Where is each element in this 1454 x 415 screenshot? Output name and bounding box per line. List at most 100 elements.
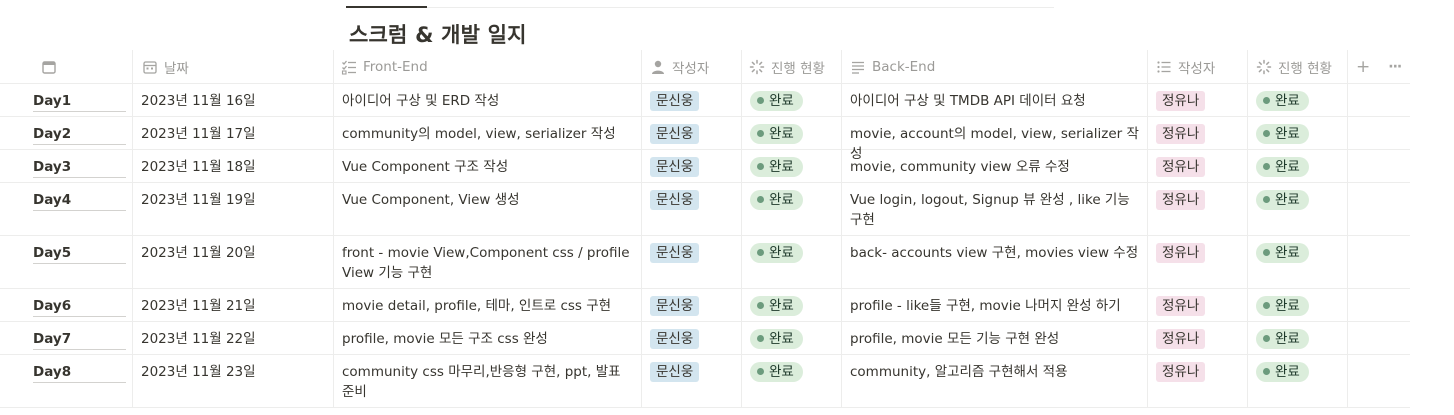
day-title[interactable]: Day8 — [33, 362, 126, 383]
cell-back-author[interactable]: 정유나 — [1147, 150, 1247, 182]
column-header-front-end[interactable]: Front-End — [333, 50, 641, 83]
cell-front-author[interactable]: 문신웅 — [641, 117, 741, 149]
table-row[interactable]: Day5 2023년 11월 20일 front - movie View,Comp… — [0, 236, 1410, 289]
day-title[interactable]: Day3 — [33, 157, 126, 178]
cell-front-end[interactable]: profile, movie 모든 구조 css 완성 — [333, 322, 641, 354]
day-title[interactable]: Day2 — [33, 124, 126, 145]
cell-back-end[interactable]: movie, account의 model, view, serializer … — [841, 117, 1147, 162]
cell-date[interactable]: 2023년 11월 21일 — [132, 289, 333, 321]
table-row[interactable]: Day1 2023년 11월 16일 아이디어 구상 및 ERD 작성 문신웅 완료 아이… — [0, 84, 1410, 117]
column-header-back-end[interactable]: Back-End — [841, 50, 1147, 83]
column-header-label: 작성자 — [672, 60, 710, 77]
cell-front-end[interactable]: movie detail, profile, 테마, 인트로 css 구현 — [333, 289, 641, 321]
cell-front-end[interactable]: 아이디어 구상 및 ERD 작성 — [333, 84, 641, 116]
table-row[interactable]: Day7 2023년 11월 22일 profile, movie 모든 구조 cs… — [0, 322, 1410, 355]
cell-back-author[interactable]: 정유나 — [1147, 84, 1247, 116]
cell-front-author[interactable]: 문신웅 — [641, 289, 741, 321]
cell-back-author[interactable]: 정유나 — [1147, 322, 1247, 354]
table-row[interactable]: Day2 2023년 11월 17일 community의 model, view,… — [0, 117, 1410, 162]
cell-front-end[interactable]: front - movie View,Component css / profi… — [333, 236, 641, 288]
cell-date[interactable]: 2023년 11월 16일 — [132, 84, 333, 116]
cell-back-status[interactable]: 완료 — [1247, 117, 1347, 149]
status-dot-icon — [1263, 130, 1270, 137]
table-row[interactable]: Day8 2023년 11월 23일 community css 마무리,반응형 구… — [0, 355, 1410, 408]
date-text: 2023년 11월 19일 — [141, 192, 256, 208]
table-row[interactable]: Day4 2023년 11월 19일 Vue Component, View 생성 문… — [0, 183, 1410, 236]
cell-date[interactable]: 2023년 11월 20일 — [132, 236, 333, 288]
cell-back-end[interactable]: profile - like들 구현, movie 나머지 완성 하기 — [841, 289, 1147, 321]
day-title[interactable]: Day4 — [33, 190, 126, 211]
cell-front-status[interactable]: 완료 — [741, 236, 841, 288]
column-header-back-author[interactable]: 작성자 — [1147, 50, 1247, 83]
cell-day[interactable]: Day4 — [0, 183, 132, 235]
column-header-front-status[interactable]: 진행 현황 — [741, 50, 841, 83]
table-body: Day1 2023년 11월 16일 아이디어 구상 및 ERD 작성 문신웅 완료 아이… — [0, 84, 1410, 408]
cell-front-end[interactable]: community의 model, view, serializer 작성 — [333, 117, 641, 149]
date-text: 2023년 11월 18일 — [141, 159, 256, 175]
cell-front-author[interactable]: 문신웅 — [641, 322, 741, 354]
cell-back-status[interactable]: 완료 — [1247, 183, 1347, 235]
day-title[interactable]: Day7 — [33, 329, 126, 350]
cell-back-author[interactable]: 정유나 — [1147, 236, 1247, 288]
cell-back-end[interactable]: Vue login, logout, Signup 뷰 완성 , like 기능… — [841, 183, 1147, 235]
cell-day[interactable]: Day5 — [0, 236, 132, 288]
cell-back-status[interactable]: 완료 — [1247, 355, 1347, 407]
cell-day[interactable]: Day2 — [0, 117, 132, 149]
cell-front-end[interactable]: Vue Component, View 생성 — [333, 183, 641, 235]
cell-front-end[interactable]: community css 마무리,반응형 구현, ppt, 발표 준비 — [333, 355, 641, 407]
day-title[interactable]: Day6 — [33, 296, 126, 317]
cell-back-author[interactable]: 정유나 — [1147, 355, 1247, 407]
day-title[interactable]: Day1 — [33, 91, 126, 112]
cell-back-end[interactable]: profile, movie 모든 기능 구현 완성 — [841, 322, 1147, 354]
cell-front-status[interactable]: 완료 — [741, 289, 841, 321]
cell-front-status[interactable]: 완료 — [741, 322, 841, 354]
cell-front-end[interactable]: Vue Component 구조 작성 — [333, 150, 641, 182]
cell-front-author[interactable]: 문신웅 — [641, 236, 741, 288]
cell-front-status[interactable]: 완료 — [741, 84, 841, 116]
cell-back-status[interactable]: 완료 — [1247, 289, 1347, 321]
column-header-date[interactable]: 날짜 — [132, 50, 333, 83]
cell-front-author[interactable]: 문신웅 — [641, 150, 741, 182]
cell-day[interactable]: Day3 — [0, 150, 132, 182]
add-property-button[interactable]: + — [1356, 57, 1370, 77]
column-header-front-author[interactable]: 작성자 — [641, 50, 741, 83]
status-badge: 완료 — [750, 243, 803, 263]
more-options-button[interactable]: ··· — [1388, 59, 1402, 75]
cell-back-end[interactable]: back- accounts view 구현, movies view 수정 — [841, 236, 1147, 288]
cell-front-author[interactable]: 문신웅 — [641, 183, 741, 235]
back-end-text: profile, movie 모든 기능 구현 완성 — [850, 331, 1060, 347]
cell-day[interactable]: Day6 — [0, 289, 132, 321]
cell-day[interactable]: Day7 — [0, 322, 132, 354]
table-row[interactable]: Day6 2023년 11월 21일 movie detail, profile,… — [0, 289, 1410, 322]
table-row[interactable]: Day3 2023년 11월 18일 Vue Component 구조 작성 문신웅 완… — [0, 150, 1410, 183]
cell-front-status[interactable]: 완료 — [741, 183, 841, 235]
column-header-back-status[interactable]: 진행 현황 — [1247, 50, 1347, 83]
cell-date[interactable]: 2023년 11월 17일 — [132, 117, 333, 149]
cell-front-status[interactable]: 완료 — [741, 117, 841, 149]
cell-day[interactable]: Day8 — [0, 355, 132, 407]
cell-back-end[interactable]: movie, community view 오류 수정 — [841, 150, 1147, 182]
status-label: 완료 — [769, 364, 794, 380]
cell-back-author[interactable]: 정유나 — [1147, 289, 1247, 321]
status-loader-icon — [1256, 59, 1272, 75]
cell-back-status[interactable]: 완료 — [1247, 150, 1347, 182]
cell-front-author[interactable]: 문신웅 — [641, 355, 741, 407]
cell-front-author[interactable]: 문신웅 — [641, 84, 741, 116]
cell-date[interactable]: 2023년 11월 23일 — [132, 355, 333, 407]
day-title[interactable]: Day5 — [33, 243, 126, 264]
cell-back-status[interactable]: 완료 — [1247, 84, 1347, 116]
status-badge: 완료 — [1256, 243, 1309, 263]
cell-back-end[interactable]: 아이디어 구상 및 TMDB API 데이터 요청 — [841, 84, 1147, 116]
cell-front-status[interactable]: 완료 — [741, 150, 841, 182]
cell-date[interactable]: 2023년 11월 19일 — [132, 183, 333, 235]
cell-back-author[interactable]: 정유나 — [1147, 117, 1247, 149]
cell-back-status[interactable]: 완료 — [1247, 236, 1347, 288]
cell-front-status[interactable]: 완료 — [741, 355, 841, 407]
cell-back-end[interactable]: community, 알고리즘 구현해서 적용 — [841, 355, 1147, 407]
cell-back-status[interactable]: 완료 — [1247, 322, 1347, 354]
column-header-day[interactable] — [0, 50, 132, 83]
cell-date[interactable]: 2023년 11월 22일 — [132, 322, 333, 354]
cell-back-author[interactable]: 정유나 — [1147, 183, 1247, 235]
cell-date[interactable]: 2023년 11월 18일 — [132, 150, 333, 182]
cell-day[interactable]: Day1 — [0, 84, 132, 116]
